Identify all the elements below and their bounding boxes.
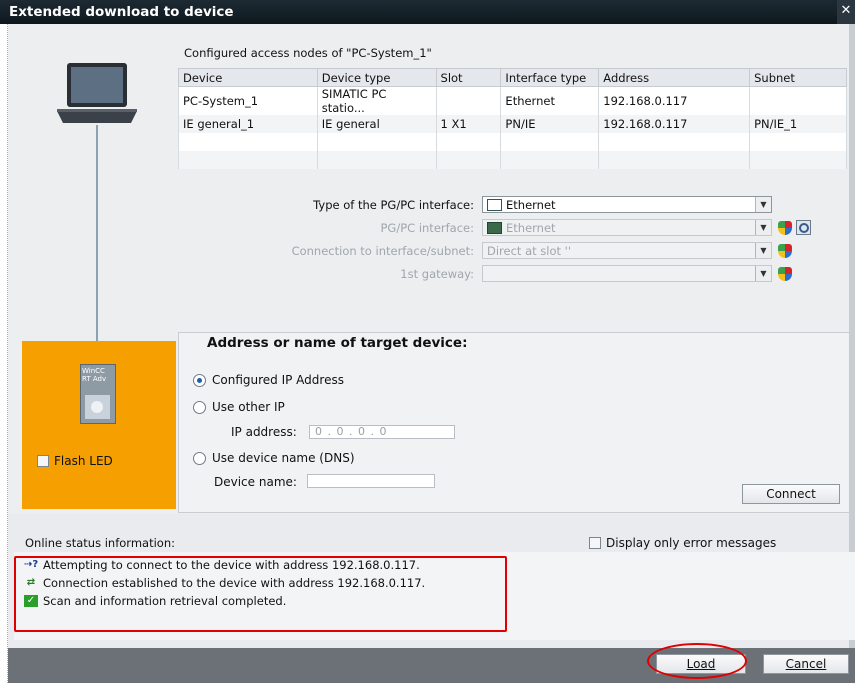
table-cell (598, 133, 751, 151)
table-cell (435, 133, 502, 151)
device-name-label: Device name: (214, 475, 297, 489)
cancel-label: Cancel (785, 657, 827, 671)
table-cell: PN/IE (500, 115, 600, 133)
gateway-label: 1st gateway: (400, 266, 474, 281)
load-highlight-annotation (647, 643, 747, 679)
network-card-icon (487, 221, 502, 234)
ip-address-label: IP address: (231, 425, 297, 439)
chevron-down-icon[interactable]: ▼ (755, 220, 771, 235)
table-cell (749, 86, 847, 115)
table-cell: PN/IE_1 (749, 115, 847, 133)
flash-led-checkbox[interactable]: Flash LED (37, 454, 113, 468)
interface-type-label: Type of the PG/PC interface: (313, 197, 474, 212)
ip-address-input[interactable]: 0 . 0 . 0 . 0 (309, 425, 455, 439)
table-row[interactable] (178, 151, 847, 169)
checkbox-box[interactable] (37, 455, 49, 467)
target-heading: Address or name of target device: (207, 335, 468, 351)
table-cell (749, 151, 847, 169)
search-icon[interactable] (796, 220, 811, 235)
connect-button[interactable]: Connect (742, 484, 840, 504)
device-label-1: WinCC (82, 367, 105, 375)
radio-button[interactable] (193, 373, 206, 387)
column-header[interactable]: Interface type (500, 68, 600, 87)
status-highlight-annotation (14, 556, 507, 632)
chevron-down-icon[interactable]: ▼ (755, 197, 771, 212)
connection-line (96, 125, 98, 341)
interface-type-row: Type of the PG/PC interface: Ethernet ▼ (184, 196, 772, 213)
gateway-row: 1st gateway: ▼ (184, 265, 792, 282)
table-row[interactable]: PC-System_1 SIMATIC PC statio... Ethernet 1… (178, 86, 847, 115)
device-label-2: RT Adv (82, 375, 107, 383)
table-cell (598, 151, 751, 169)
only-errors-checkbox[interactable]: Display only error messages (589, 536, 776, 550)
table-cell (500, 151, 600, 169)
shield-icon[interactable] (778, 220, 792, 235)
pgpc-select[interactable]: Ethernet ▼ (482, 219, 772, 236)
cancel-button[interactable]: Cancel (763, 654, 849, 674)
column-header[interactable]: Subnet (749, 68, 847, 87)
close-icon[interactable]: ✕ (837, 0, 855, 24)
table-cell (178, 133, 318, 151)
table-cell: 192.168.0.117 (598, 86, 751, 115)
column-header[interactable]: Device (178, 68, 318, 87)
nodes-caption: Configured access nodes of "PC-System_1" (184, 46, 432, 60)
table-cell (316, 133, 437, 151)
radio-button[interactable] (193, 400, 206, 414)
shield-icon[interactable] (778, 243, 792, 258)
connection-row: Connection to interface/subnet: Direct a… (184, 242, 792, 259)
pgpc-value: Ethernet (506, 220, 556, 235)
radio-button[interactable] (193, 451, 206, 465)
window-title: Extended download to device (9, 4, 234, 20)
table-cell (178, 151, 318, 169)
device-name-input[interactable] (307, 474, 435, 488)
chevron-down-icon[interactable]: ▼ (755, 243, 771, 258)
table-cell (316, 151, 437, 169)
radio-other-ip[interactable]: Use other IP (193, 400, 285, 414)
column-header[interactable]: Device type (316, 68, 437, 87)
window-title-bar: Extended download to device ✕ (0, 0, 855, 24)
table-cell (500, 133, 600, 151)
radio-device-name[interactable]: Use device name (DNS) (193, 451, 355, 465)
table-cell: IE general (316, 115, 437, 133)
radio-configured-label: Configured IP Address (212, 373, 344, 387)
table-cell (435, 151, 502, 169)
radio-other-label: Use other IP (212, 400, 285, 414)
laptop-icon (57, 63, 137, 123)
table-cell: 192.168.0.117 (598, 115, 751, 133)
only-errors-label: Display only error messages (606, 536, 777, 550)
ethernet-icon (487, 198, 502, 211)
radio-configured-ip[interactable]: Configured IP Address (193, 373, 344, 387)
table-cell: 1 X1 (435, 115, 502, 133)
column-header[interactable]: Slot (435, 68, 502, 87)
flash-led-label: Flash LED (54, 454, 113, 468)
left-border (0, 24, 8, 683)
table-row[interactable]: IE general_1 IE general 1 X1 PN/IE 192.168.0… (178, 115, 847, 133)
table-cell (749, 133, 847, 151)
radio-dns-label: Use device name (DNS) (212, 451, 355, 465)
table-cell: SIMATIC PC statio... (316, 86, 437, 115)
table-row[interactable] (178, 133, 847, 151)
pgpc-label: PG/PC interface: (380, 220, 474, 235)
shield-icon[interactable] (778, 266, 792, 281)
table-cell (435, 86, 502, 115)
table-cell: IE general_1 (178, 115, 318, 133)
gateway-select[interactable]: ▼ (482, 265, 772, 282)
status-label: Online status information: (25, 536, 175, 550)
connection-label: Connection to interface/subnet: (291, 243, 474, 258)
table-cell: PC-System_1 (178, 86, 318, 115)
chevron-down-icon[interactable]: ▼ (755, 266, 771, 281)
hmi-device-icon: WinCC RT Adv (80, 364, 116, 424)
connection-select[interactable]: Direct at slot '' ▼ (482, 242, 772, 259)
access-nodes-table: Device Device type Slot Interface type Addre… (178, 68, 847, 169)
pgpc-row: PG/PC interface: Ethernet ▼ (184, 219, 811, 236)
checkbox-box[interactable] (589, 537, 601, 549)
target-address-group: Address or name of target device: Config… (178, 332, 850, 513)
table-cell: Ethernet (500, 86, 600, 115)
interface-type-select[interactable]: Ethernet ▼ (482, 196, 772, 213)
column-header[interactable]: Address (598, 68, 751, 87)
device-screen (85, 395, 110, 419)
interface-type-value: Ethernet (506, 197, 556, 212)
connection-value: Direct at slot '' (487, 243, 572, 258)
